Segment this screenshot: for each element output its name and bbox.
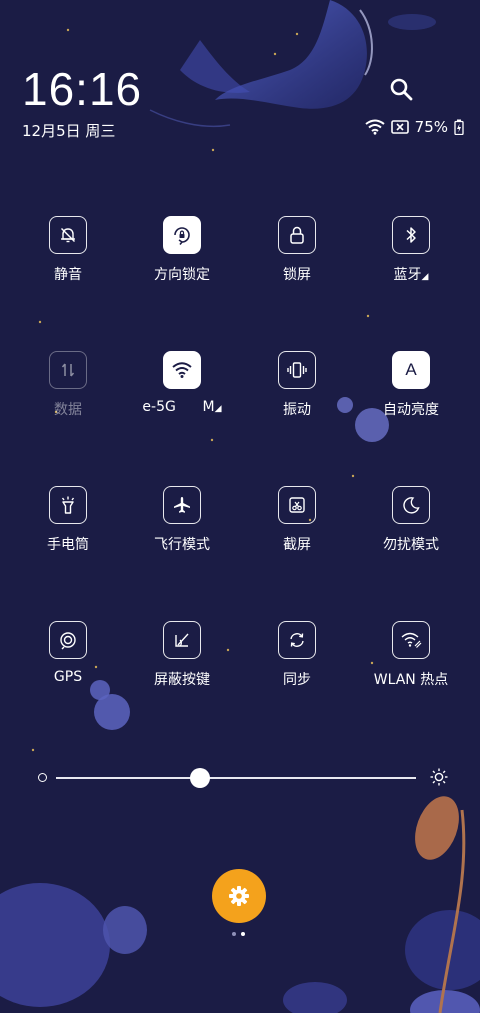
brightness-thumb[interactable] [190,768,210,788]
tile-bluetooth[interactable]: 蓝牙◢ [356,216,466,296]
block-keys-icon [163,621,201,659]
tile-sync[interactable]: 同步 [242,621,352,701]
tile-vibrate[interactable]: 振动 [242,351,352,431]
settings-button[interactable] [212,869,266,923]
page-dot [241,932,245,936]
rotation-lock-icon [163,216,201,254]
tile-do-not-disturb-label: 勿扰模式 [383,537,439,553]
tile-hotspot[interactable]: WLAN 热点 [356,621,466,701]
tile-airplane[interactable]: 飞行模式 [127,486,237,566]
tile-do-not-disturb[interactable]: 勿扰模式 [356,486,466,566]
tile-lock-screen-label: 锁屏 [283,267,311,283]
tile-wlan-label: e-5G M◢ [142,399,222,415]
auto-brightness-icon: A [392,351,430,389]
tile-vibrate-label: 振动 [283,402,311,418]
tile-rotation-lock-label: 方向锁定 [154,267,210,283]
tile-lock-screen[interactable]: 锁屏 [242,216,352,296]
date: 12月5日 周三 [22,122,116,140]
battery-charging-icon [454,119,464,135]
bell-off-icon [49,216,87,254]
gear-icon [229,886,249,906]
brightness-low-icon [38,773,47,782]
vibrate-icon [278,351,316,389]
tile-mobile-data[interactable]: 数据 [13,351,123,431]
tile-auto-brightness-label: 自动亮度 [383,402,439,418]
tile-sync-label: 同步 [283,672,311,688]
brightness-high-icon [430,768,448,786]
tile-screenshot[interactable]: 截屏 [242,486,352,566]
brightness-track[interactable] [56,777,416,779]
airplane-icon [163,486,201,524]
tile-hotspot-label: WLAN 热点 [373,672,449,688]
search-icon[interactable] [388,76,416,104]
tile-mute-label: 静音 [54,267,82,283]
mobile-data-icon [49,351,87,389]
page-indicator [232,932,245,936]
moon-icon [392,486,430,524]
no-sim-icon [390,120,409,134]
tile-block-keys[interactable]: 屏蔽按键 [127,621,237,701]
tile-flashlight-label: 手电筒 [47,537,89,553]
status-bar: 75% [365,118,464,136]
page-dot [232,932,236,936]
gps-icon [49,621,87,659]
battery-percent: 75% [414,118,448,136]
tile-flashlight[interactable]: 手电筒 [13,486,123,566]
tile-gps[interactable]: GPS [13,621,123,701]
tile-rotation-lock[interactable]: 方向锁定 [127,216,237,296]
sync-icon [278,621,316,659]
lock-icon [278,216,316,254]
clock: 16:16 [22,63,143,115]
wifi-signal-icon [365,119,385,135]
tile-mute[interactable]: 静音 [13,216,123,296]
tile-wlan[interactable]: e-5G M◢ [127,351,237,431]
screenshot-icon [278,486,316,524]
flashlight-icon [49,486,87,524]
tile-bluetooth-label: 蓝牙◢ [393,267,429,283]
tile-auto-brightness[interactable]: A 自动亮度 [356,351,466,431]
tile-airplane-label: 飞行模式 [154,537,210,553]
bluetooth-icon [392,216,430,254]
tile-block-keys-label: 屏蔽按键 [154,672,210,688]
tile-mobile-data-label: 数据 [54,402,82,418]
wifi-icon [163,351,201,389]
brightness-slider[interactable] [36,766,448,790]
hotspot-icon [392,621,430,659]
tile-gps-label: GPS [53,669,83,685]
tile-screenshot-label: 截屏 [283,537,311,553]
